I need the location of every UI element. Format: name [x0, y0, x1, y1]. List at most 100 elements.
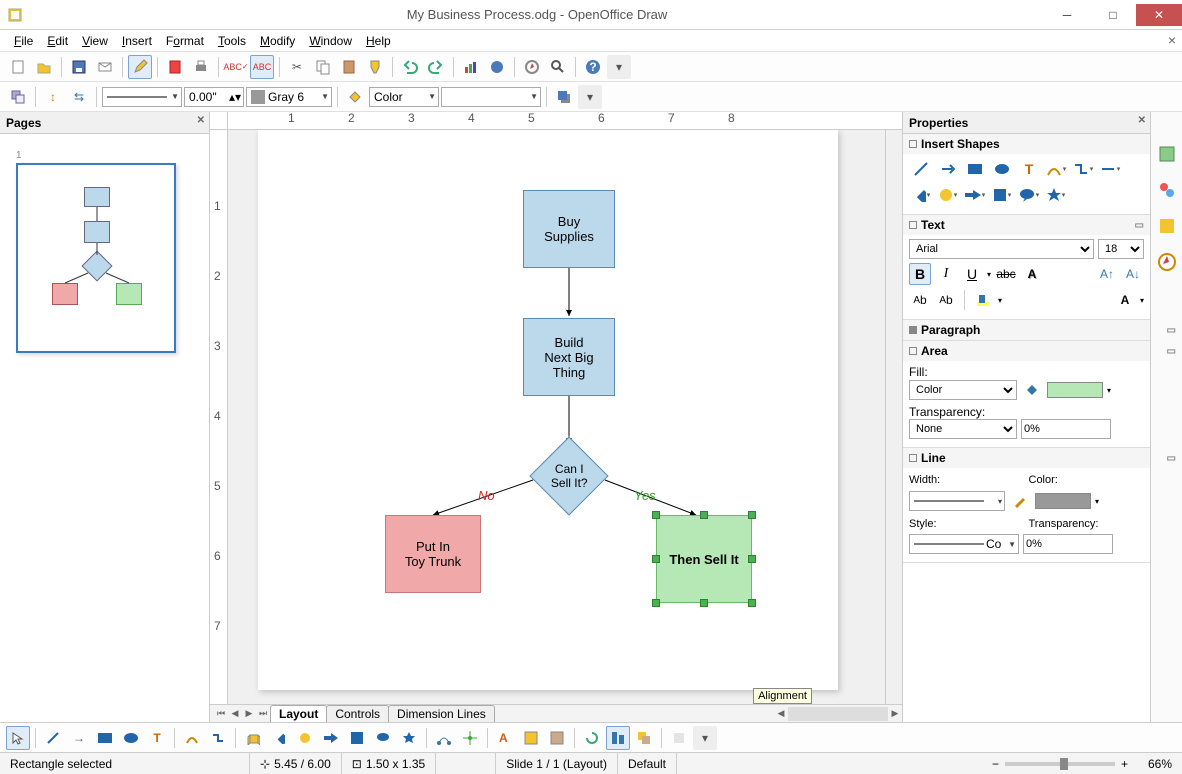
select-tool[interactable] [6, 726, 30, 750]
cut-button[interactable]: ✂ [285, 55, 309, 79]
chart-button[interactable] [459, 55, 483, 79]
flowchart-tool[interactable] [345, 726, 369, 750]
fill-bucket-icon[interactable] [1021, 379, 1043, 401]
tab-controls[interactable]: Controls [326, 705, 389, 722]
line-color-swatch[interactable] [1035, 493, 1091, 509]
tab-nav-first[interactable]: ⏮ [214, 708, 228, 719]
arrange-button[interactable] [6, 85, 30, 109]
zoom-slider[interactable] [1005, 762, 1115, 766]
points-tool[interactable] [432, 726, 456, 750]
redo-button[interactable] [424, 55, 448, 79]
export-pdf-button[interactable] [163, 55, 187, 79]
shape-line[interactable] [909, 158, 933, 180]
sidebar-navigator-icon[interactable] [1155, 214, 1179, 238]
sidebar-properties-icon[interactable] [1155, 142, 1179, 166]
zoom-out-button[interactable]: − [992, 757, 999, 771]
bold-button[interactable]: B [909, 263, 931, 285]
shape-flowchart[interactable]: ▾ [990, 184, 1014, 206]
rect-tool[interactable] [93, 726, 117, 750]
shape-text[interactable]: T [1017, 158, 1041, 180]
menu-format[interactable]: Format [160, 32, 210, 50]
area-fill-button[interactable] [343, 85, 367, 109]
line-transparency-value[interactable] [1023, 534, 1113, 554]
subscript-button[interactable]: Ab [935, 289, 957, 311]
symbol-shapes-tool[interactable] [293, 726, 317, 750]
fill-color-select[interactable]: ▼ [441, 87, 541, 107]
line-tool[interactable] [41, 726, 65, 750]
tab-nav-next[interactable]: ▶ [242, 708, 256, 719]
close-document-button[interactable]: × [1168, 32, 1176, 48]
block-arrows-tool[interactable] [319, 726, 343, 750]
menu-file[interactable]: File [8, 32, 39, 50]
menu-tools[interactable]: Tools [212, 32, 252, 50]
toolbar-overflow[interactable]: ▾ [607, 55, 631, 79]
arrow-style-button[interactable]: ⇆ [67, 85, 91, 109]
section-insert-shapes[interactable]: Insert Shapes [903, 134, 1150, 154]
format-paintbrush-button[interactable] [363, 55, 387, 79]
menu-view[interactable]: View [76, 32, 114, 50]
shape-lines-arrows[interactable]: ▾ [1098, 158, 1122, 180]
tab-nav-last[interactable]: ⏭ [256, 708, 270, 719]
section-paragraph[interactable]: Paragraph▭ [903, 320, 1150, 340]
horizontal-scrollbar[interactable] [788, 707, 888, 721]
menu-help[interactable]: Help [360, 32, 397, 50]
shape-arrow[interactable] [936, 158, 960, 180]
strikethrough-button[interactable]: abc [995, 263, 1017, 285]
canvas[interactable]: Buy Supplies Build Next Big Thing Can I … [228, 130, 885, 704]
gallery-tool[interactable] [545, 726, 569, 750]
page-thumbnail[interactable] [16, 163, 176, 353]
shadow-button[interactable] [552, 85, 576, 109]
tab-layout[interactable]: Layout [270, 705, 327, 722]
section-text[interactable]: Text▭ [903, 215, 1150, 235]
fontwork-tool[interactable]: A [493, 726, 517, 750]
close-button[interactable]: ✕ [1136, 4, 1182, 26]
superscript-button[interactable]: Ab [909, 289, 931, 311]
arrange-tool[interactable] [632, 726, 656, 750]
hscroll-right[interactable]: ▶ [888, 708, 902, 719]
font-size-select[interactable]: 18 [1098, 239, 1144, 259]
flowchart-box-sell-it[interactable]: Then Sell It [656, 515, 752, 603]
tab-dimension[interactable]: Dimension Lines [388, 705, 495, 722]
email-button[interactable] [93, 55, 117, 79]
shape-ellipse[interactable] [990, 158, 1014, 180]
properties-close[interactable]: ✕ [1138, 115, 1146, 126]
drawing-page[interactable]: Buy Supplies Build Next Big Thing Can I … [258, 130, 838, 690]
menu-edit[interactable]: Edit [41, 32, 74, 50]
callouts-tool[interactable] [371, 726, 395, 750]
3d-tool[interactable] [241, 726, 265, 750]
flowchart-box-toy-trunk[interactable]: Put In Toy Trunk [385, 515, 481, 593]
open-button[interactable] [32, 55, 56, 79]
section-line[interactable]: Line▭ [903, 448, 1150, 468]
ellipse-tool[interactable] [119, 726, 143, 750]
auto-spellcheck-button[interactable]: ABC [250, 55, 274, 79]
line-width-select[interactable]: ▾ [909, 491, 1005, 511]
text-tool[interactable]: T [145, 726, 169, 750]
shape-curve[interactable]: ▾ [1044, 158, 1068, 180]
fill-type-select[interactable]: Color [909, 380, 1017, 400]
maximize-button[interactable]: □ [1090, 4, 1136, 26]
spellcheck-button[interactable]: ABC✓ [224, 55, 248, 79]
underline-button[interactable]: U [961, 263, 983, 285]
italic-button[interactable]: I [935, 263, 957, 285]
new-button[interactable] [6, 55, 30, 79]
hyperlink-button[interactable] [485, 55, 509, 79]
shape-callouts[interactable]: ▾ [1017, 184, 1041, 206]
line-color-select[interactable]: Gray 6▼ [246, 87, 332, 107]
menu-window[interactable]: Window [303, 32, 358, 50]
section-area[interactable]: Area▭ [903, 341, 1150, 361]
flowchart-box-buy-supplies[interactable]: Buy Supplies [523, 190, 615, 268]
paste-button[interactable] [337, 55, 361, 79]
edit-mode-button[interactable] [128, 55, 152, 79]
text-more-options[interactable]: ▭ [1135, 220, 1144, 231]
undo-button[interactable] [398, 55, 422, 79]
decrease-font-button[interactable]: A↓ [1122, 263, 1144, 285]
toolbar2-overflow[interactable]: ▾ [578, 85, 602, 109]
shadow-text-button[interactable]: A [1021, 263, 1043, 285]
hscroll-left[interactable]: ◀ [774, 708, 788, 719]
navigator-button[interactable] [520, 55, 544, 79]
print-button[interactable] [189, 55, 213, 79]
drawing-overflow[interactable]: ▾ [693, 726, 717, 750]
connector-tool[interactable] [206, 726, 230, 750]
pages-panel-close[interactable]: ✕ [197, 115, 205, 126]
stars-tool[interactable] [397, 726, 421, 750]
